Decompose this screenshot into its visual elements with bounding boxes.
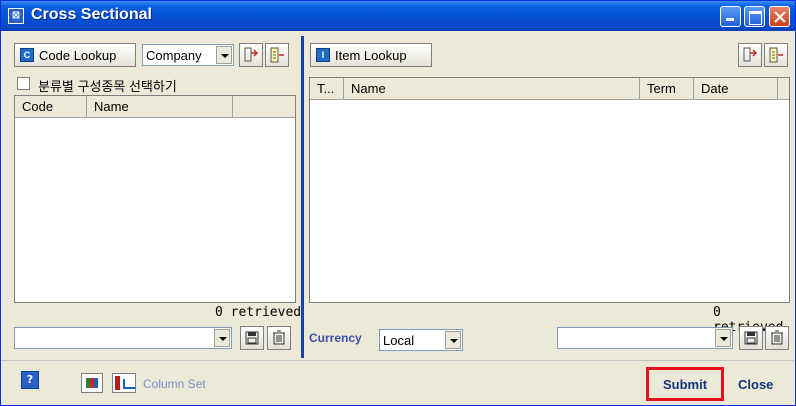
category-checkbox[interactable]	[17, 77, 30, 90]
code-lookup-button[interactable]: C Code Lookup	[14, 43, 136, 67]
column-set-label[interactable]: Column Set	[143, 377, 206, 391]
column-header-name[interactable]: Name	[87, 96, 233, 117]
item-lookup-button[interactable]: I Item Lookup	[310, 43, 432, 67]
code-grid[interactable]: Code Name	[14, 95, 296, 303]
column-set-grid-icon[interactable]	[81, 373, 103, 393]
panel-divider[interactable]	[301, 36, 304, 358]
trash-icon[interactable]	[765, 326, 789, 350]
submit-button[interactable]: Submit	[646, 367, 724, 401]
chevron-down-icon[interactable]	[214, 329, 230, 347]
column-header-type[interactable]: T...	[310, 78, 344, 99]
code-lookup-label: Code Lookup	[39, 47, 117, 63]
minimize-button[interactable]	[720, 6, 741, 27]
export-icon[interactable]	[239, 43, 263, 67]
right-bottom-select[interactable]	[557, 327, 733, 349]
currency-select[interactable]: Local	[379, 329, 463, 351]
item-lookup-icon: I	[316, 48, 330, 62]
column-header-name[interactable]: Name	[344, 78, 640, 99]
currency-label: Currency	[309, 331, 362, 345]
item-grid[interactable]: T... Name Term Date	[309, 77, 790, 303]
close-window-button[interactable]	[769, 6, 790, 27]
title-bar: ⊠ Cross Sectional	[1, 1, 795, 31]
import-icon[interactable]	[265, 43, 289, 67]
column-header-code[interactable]: Code	[15, 96, 87, 117]
window-title: Cross Sectional	[31, 6, 152, 23]
chevron-down-icon[interactable]	[715, 329, 731, 347]
chevron-down-icon[interactable]	[445, 331, 461, 349]
column-set-apply-icon[interactable]	[112, 373, 136, 393]
submit-label: Submit	[662, 376, 708, 392]
import-icon[interactable]	[764, 43, 788, 67]
chevron-down-icon[interactable]	[216, 46, 232, 64]
close-button[interactable]: Close	[738, 377, 773, 392]
export-icon[interactable]	[738, 43, 762, 67]
item-lookup-label: Item Lookup	[335, 47, 407, 63]
currency-value: Local	[383, 333, 415, 348]
code-lookup-icon: C	[20, 48, 34, 62]
column-header-date[interactable]: Date	[694, 78, 778, 99]
trash-icon[interactable]	[267, 326, 291, 350]
company-type-select[interactable]: Company	[142, 44, 234, 66]
save-icon[interactable]	[739, 326, 763, 350]
left-retrieved-count: 0 retrieved	[215, 305, 302, 320]
save-icon[interactable]	[240, 326, 264, 350]
left-bottom-select[interactable]	[14, 327, 232, 349]
app-icon: ⊠	[8, 8, 24, 24]
column-header-term[interactable]: Term	[640, 78, 694, 99]
maximize-button[interactable]	[744, 6, 765, 27]
code-grid-header: Code Name	[15, 96, 295, 118]
help-icon[interactable]: ?	[21, 371, 39, 389]
cross-sectional-window: ⊠ Cross Sectional C Code Lookup Company …	[0, 0, 796, 406]
category-checkbox-label: 분류별 구성종목 선택하기	[38, 79, 177, 94]
company-type-value: Company	[146, 48, 202, 63]
item-grid-header: T... Name Term Date	[310, 78, 789, 100]
